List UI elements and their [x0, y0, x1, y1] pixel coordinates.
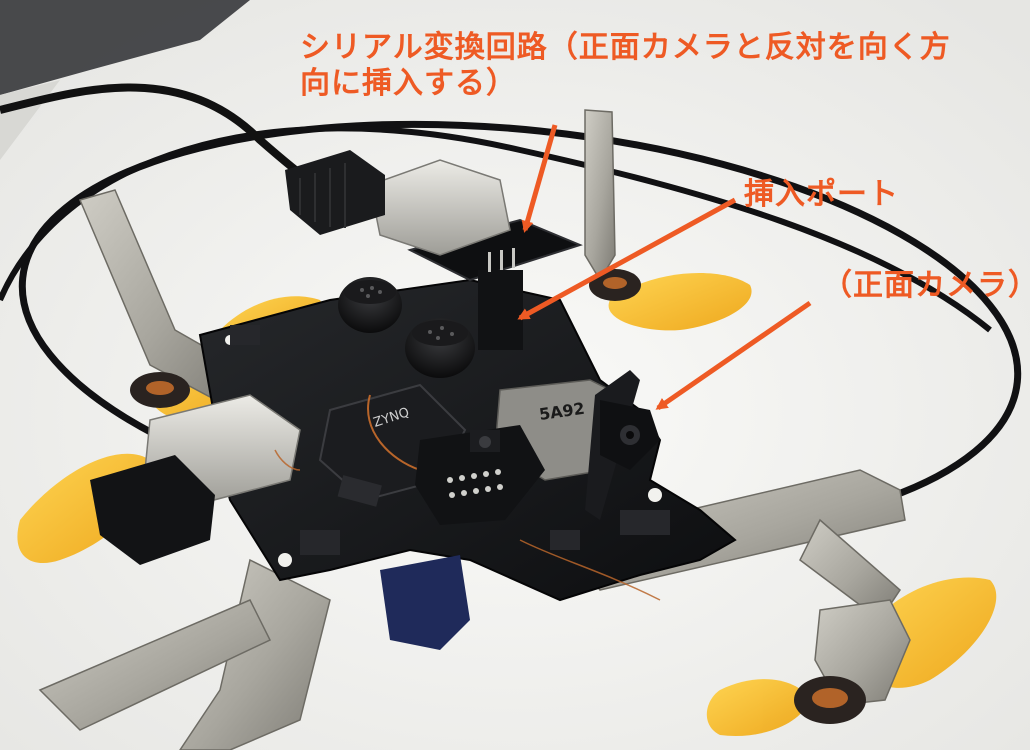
arrow-insert-port — [517, 197, 737, 321]
photo-scene: ZYNQ 5A92 シリアル変換回路（正面カメラと反対を向く方向に挿入する） 挿… — [0, 0, 1030, 750]
arrow-serial-converter — [521, 124, 558, 233]
callout-arrows — [517, 124, 812, 411]
callout-front-camera: （正面カメラ） — [822, 268, 1030, 303]
arrow-front-camera — [655, 300, 812, 411]
callout-insert-port: 挿入ポート — [744, 177, 899, 212]
callout-serial-converter: シリアル変換回路（正面カメラと反対を向く方向に挿入する） — [300, 30, 951, 101]
